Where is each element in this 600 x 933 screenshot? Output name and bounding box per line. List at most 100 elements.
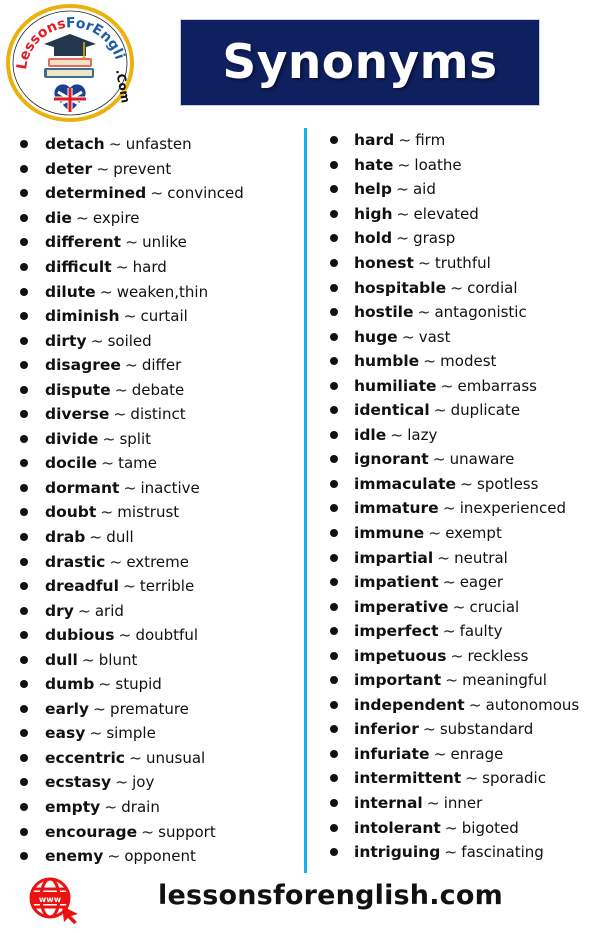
- synonym-list-item: divide ~ split: [14, 427, 244, 452]
- synonym: lazy: [407, 425, 438, 444]
- bullet-icon: [330, 259, 338, 267]
- tilde-separator: ~: [397, 155, 411, 174]
- synonym: inner: [443, 794, 483, 813]
- headword: diminish: [45, 307, 120, 326]
- bullet-icon: [20, 852, 28, 861]
- bullet-icon: [20, 385, 28, 394]
- site-logo: LessonsForEnglish .Com: [0, 0, 136, 124]
- synonym-list-item: humiliate ~ embarrass: [322, 373, 579, 398]
- bullet-icon: [20, 655, 28, 664]
- synonym-list-item: immune ~ exempt: [322, 521, 579, 546]
- headword: intermittent: [354, 769, 462, 788]
- bullet-icon: [330, 283, 338, 292]
- synonym: aid: [412, 180, 436, 199]
- synonym: substandard: [439, 720, 534, 739]
- headword: impetuous: [354, 646, 447, 665]
- headword: humiliate: [354, 376, 437, 395]
- synonym-list-item: honest ~ truthful: [322, 251, 579, 276]
- headword: dumb: [45, 675, 95, 694]
- tilde-separator: ~: [401, 327, 415, 346]
- bullet-icon: [20, 508, 28, 517]
- synonym-list-left: detach ~ unfasten deter ~ prevent determined ~ c…: [14, 132, 244, 868]
- headword: ecstasy: [45, 773, 112, 792]
- synonym-list-item: difficult ~ hard: [14, 255, 244, 280]
- synonym: reckless: [467, 646, 529, 665]
- headword: intolerant: [354, 818, 441, 837]
- tilde-separator: ~: [108, 135, 122, 154]
- synonym: extreme: [126, 552, 189, 571]
- tilde-separator: ~: [113, 405, 127, 424]
- synonym: cordial: [467, 278, 518, 297]
- bullet-icon: [20, 533, 28, 542]
- bullet-icon: [20, 336, 28, 345]
- tilde-separator: ~: [122, 577, 136, 596]
- bullet-icon: [330, 700, 338, 709]
- headword: dispute: [45, 380, 111, 399]
- synonym-list-item: hate ~ loathe: [322, 153, 579, 178]
- tilde-separator: ~: [417, 254, 431, 272]
- synonym: eager: [459, 573, 504, 592]
- tilde-separator: ~: [442, 622, 456, 641]
- tilde-separator: ~: [468, 695, 482, 714]
- synonym-list-item: inferior ~ substandard: [322, 717, 579, 742]
- bullet-icon: [330, 651, 338, 660]
- synonym-list-item: deter ~ prevent: [14, 157, 244, 182]
- headword: deter: [45, 159, 93, 178]
- bullet-icon: [330, 848, 338, 857]
- synonym: convinced: [167, 184, 244, 203]
- synonym: inactive: [140, 478, 200, 497]
- synonym-list-item: different ~ unlike: [14, 230, 244, 255]
- headword: ignorant: [354, 450, 429, 469]
- synonym-list-item: empty ~ drain: [14, 795, 244, 820]
- headword: determined: [45, 184, 147, 203]
- synonym-list-item: easy ~ simple: [14, 721, 244, 746]
- headword: docile: [45, 454, 98, 473]
- synonym: faulty: [459, 622, 503, 641]
- synonym: debate: [131, 380, 185, 399]
- synonym-list-item: dilute ~ weaken,thin: [14, 279, 244, 304]
- tilde-separator: ~: [395, 180, 409, 199]
- synonym-list-item: hard ~ firm: [322, 128, 579, 153]
- svg-text:www: www: [39, 895, 62, 904]
- bullet-icon: [330, 799, 338, 808]
- tilde-separator: ~: [99, 282, 113, 301]
- tilde-separator: ~: [115, 773, 129, 792]
- synonym-list-item: huge ~ vast: [322, 324, 579, 349]
- headword: enemy: [45, 847, 104, 866]
- synonym: soiled: [107, 331, 152, 350]
- synonym: vast: [418, 327, 451, 346]
- tilde-separator: ~: [444, 818, 458, 837]
- headword: humble: [354, 352, 420, 371]
- synonym: autonomous: [485, 695, 580, 714]
- synonym-list-item: ignorant ~ unaware: [322, 447, 579, 472]
- synonym: tame: [118, 454, 157, 473]
- synonym-list-item: determined ~ convinced: [14, 181, 244, 206]
- headword: early: [45, 699, 90, 718]
- synonym-list-item: dreadful ~ terrible: [14, 574, 244, 599]
- bullet-icon: [330, 529, 338, 538]
- headword: huge: [354, 327, 398, 346]
- synonym-list-item: high ~ elevated: [322, 202, 579, 227]
- bullet-icon: [20, 287, 28, 296]
- headword: high: [354, 204, 393, 223]
- page-title: Synonyms: [222, 35, 498, 90]
- tilde-separator: ~: [445, 671, 459, 690]
- synonym: prevent: [113, 159, 172, 178]
- tilde-separator: ~: [75, 208, 89, 227]
- synonym-list-item: diverse ~ distinct: [14, 402, 244, 427]
- synonym: unfasten: [125, 135, 192, 154]
- synonym-list-item: infuriate ~ enrage: [322, 742, 579, 767]
- synonym: premature: [110, 699, 189, 718]
- headword: important: [354, 671, 442, 690]
- synonym: antagonistic: [434, 303, 527, 322]
- synonym-list-item: dry ~ arid: [14, 598, 244, 623]
- tilde-separator: ~: [89, 724, 103, 743]
- tilde-separator: ~: [123, 307, 137, 326]
- synonym-list-item: early ~ premature: [14, 697, 244, 722]
- tilde-separator: ~: [433, 744, 447, 763]
- headword: imperfect: [354, 622, 439, 641]
- synonym: inexperienced: [459, 499, 567, 518]
- headword: hold: [354, 229, 393, 248]
- headword: immaculate: [354, 474, 456, 493]
- tilde-separator: ~: [90, 331, 104, 350]
